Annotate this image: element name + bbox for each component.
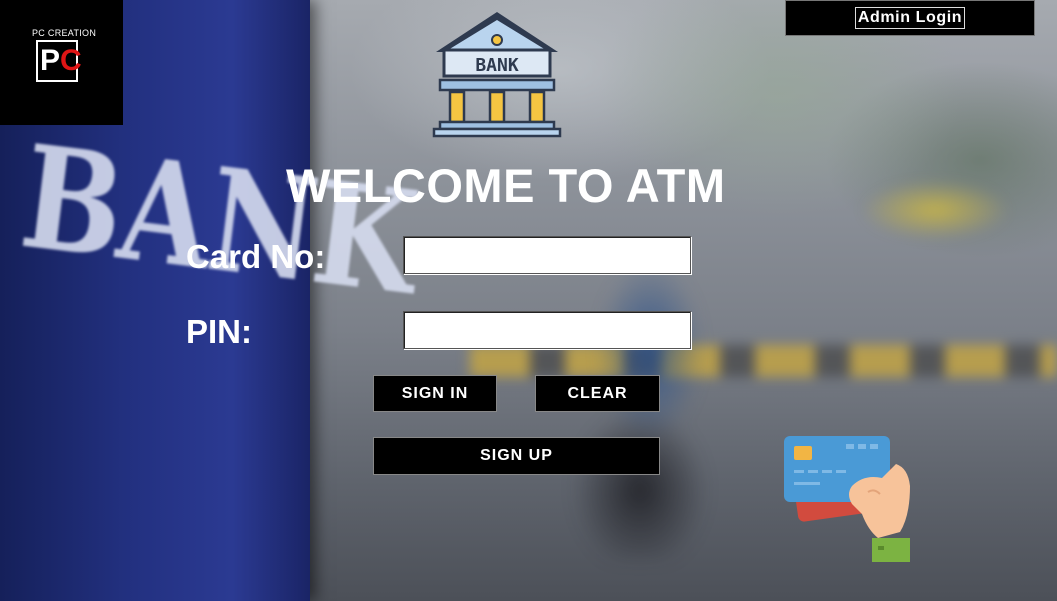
welcome-title: WELCOME TO ATM: [286, 159, 726, 212]
credit-card-in-hand-icon: [784, 436, 910, 562]
background-car: [860, 180, 1010, 240]
bank-building-icon: BANK: [432, 12, 562, 138]
logo-caption: PC CREATION: [32, 28, 97, 38]
pin-label: PIN:: [186, 313, 252, 350]
bank-icon-text: BANK: [475, 55, 519, 76]
logo-letter-c: C: [60, 44, 82, 77]
sign-up-button[interactable]: SIGN UP: [373, 437, 660, 475]
bank-sign-text: BANK: [13, 112, 425, 327]
logo-letters: PC: [40, 43, 82, 79]
logo-letter-p: P: [40, 44, 61, 77]
admin-login-button[interactable]: Admin Login: [785, 0, 1035, 36]
card-number-input[interactable]: [403, 236, 691, 274]
card-number-label: Card No:: [186, 238, 326, 275]
admin-login-label: Admin Login: [854, 7, 966, 29]
road-stripe: [470, 345, 1057, 377]
sign-in-button[interactable]: SIGN IN: [373, 375, 497, 412]
pin-input[interactable]: [403, 311, 691, 349]
clear-button[interactable]: CLEAR: [535, 375, 660, 412]
pc-creation-logo: PC CREATION PC: [0, 0, 123, 125]
